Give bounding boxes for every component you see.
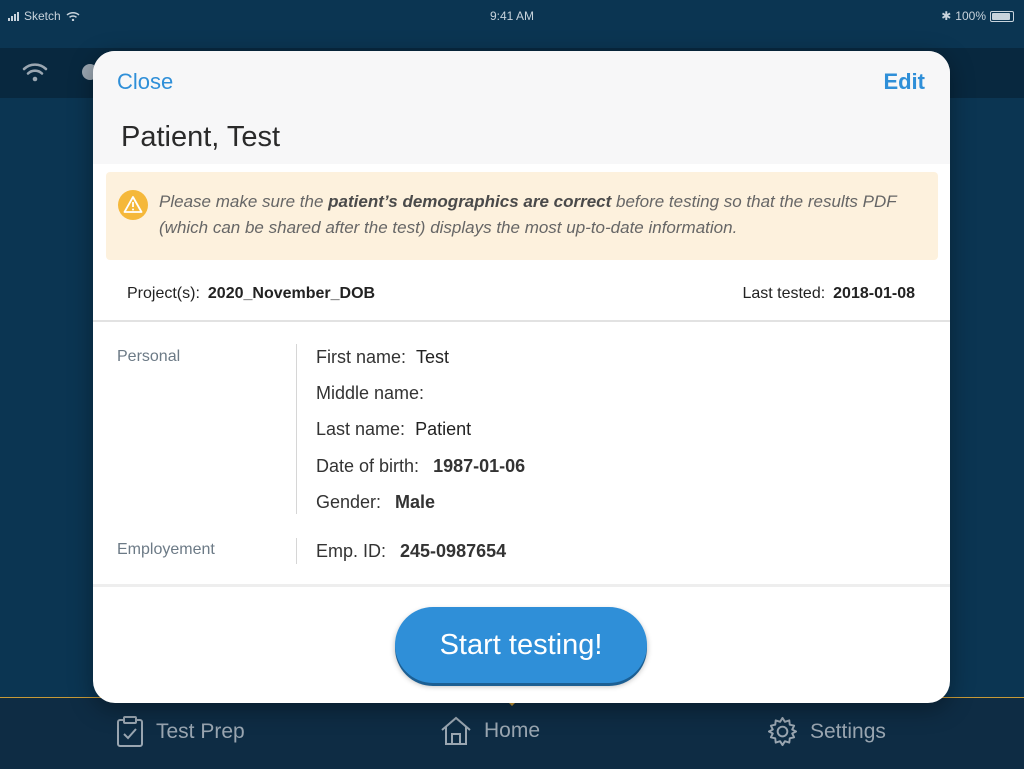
projects-label: Project(s): [127,285,200,302]
emp-id-value: 245-0987654 [400,541,507,561]
tab-label: Test Prep [156,720,245,743]
tab-settings[interactable]: Settings [767,716,886,747]
last-name-value: Patient [415,419,472,439]
footer-divider [93,584,950,587]
gender-field: Gender: Male [316,492,435,513]
gender-label: Gender: [316,492,382,512]
edit-button[interactable]: Edit [883,69,925,95]
tab-label: Home [484,719,541,742]
warning-banner: Please make sure the patient’s demograph… [106,172,938,260]
projects: Project(s): 2020_November_DOB [127,285,375,303]
last-name-label: Last name: [316,419,406,439]
emp-id-field: Emp. ID: 245-0987654 [316,541,506,562]
tab-test-prep[interactable]: Test Prep [116,716,245,748]
section-divider [296,538,297,564]
status-right: ✱ 100% [941,9,1014,23]
battery-percent: 100% [955,9,986,23]
warning-text-emphasis: patient’s demographics are correct [328,192,612,211]
warning-text: Please make sure the patient’s demograph… [159,189,924,241]
battery-icon [990,10,1014,22]
start-testing-button[interactable]: Start testing! [395,607,647,683]
section-label-personal: Personal [117,348,181,365]
dob-field: Date of birth: 1987-01-06 [316,456,525,477]
projects-value: 2020_November_DOB [207,285,376,302]
dob-label: Date of birth: [316,456,420,476]
middle-name-label: Middle name: [316,383,425,403]
tab-label: Settings [810,719,886,743]
warning-text-start: Please make sure the [159,192,329,211]
last-tested-label: Last tested: [742,285,826,302]
warning-icon [118,190,148,220]
modal-header: Close Edit Patient, Test [93,51,950,164]
section-divider [296,344,297,514]
first-name-label: First name: [316,347,407,367]
first-name-field: First name: Test [316,347,449,368]
dob-value: 1987-01-06 [433,456,526,476]
meta-row: Project(s): 2020_November_DOB Last tested… [93,278,950,322]
last-name-field: Last name: Patient [316,419,471,440]
patient-modal: Close Edit Patient, Test Please make sur… [93,51,950,703]
page-title: Patient, Test [121,121,281,153]
close-button[interactable]: Close [117,69,173,95]
home-icon [441,716,471,745]
last-tested: Last tested: 2018-01-08 [742,285,915,303]
wifi-status-icon [22,63,48,82]
first-name-value: Test [416,347,450,367]
status-time: 9:41 AM [489,9,535,23]
bluetooth-icon: ✱ [941,9,952,23]
gear-icon [767,716,798,747]
middle-name-field: Middle name: [316,383,434,404]
tab-home[interactable]: Home [440,716,540,746]
gender-value: Male [395,492,436,512]
emp-id-label: Emp. ID: [316,541,387,561]
clipboard-check-icon [117,716,143,747]
section-label-employment: Employement [117,541,215,558]
tab-bar: Test Prep Home Settings [0,697,1024,769]
status-bar: Sketch 9:41 AM ✱ 100% [0,0,1024,32]
last-tested-value: 2018-01-08 [833,285,915,302]
